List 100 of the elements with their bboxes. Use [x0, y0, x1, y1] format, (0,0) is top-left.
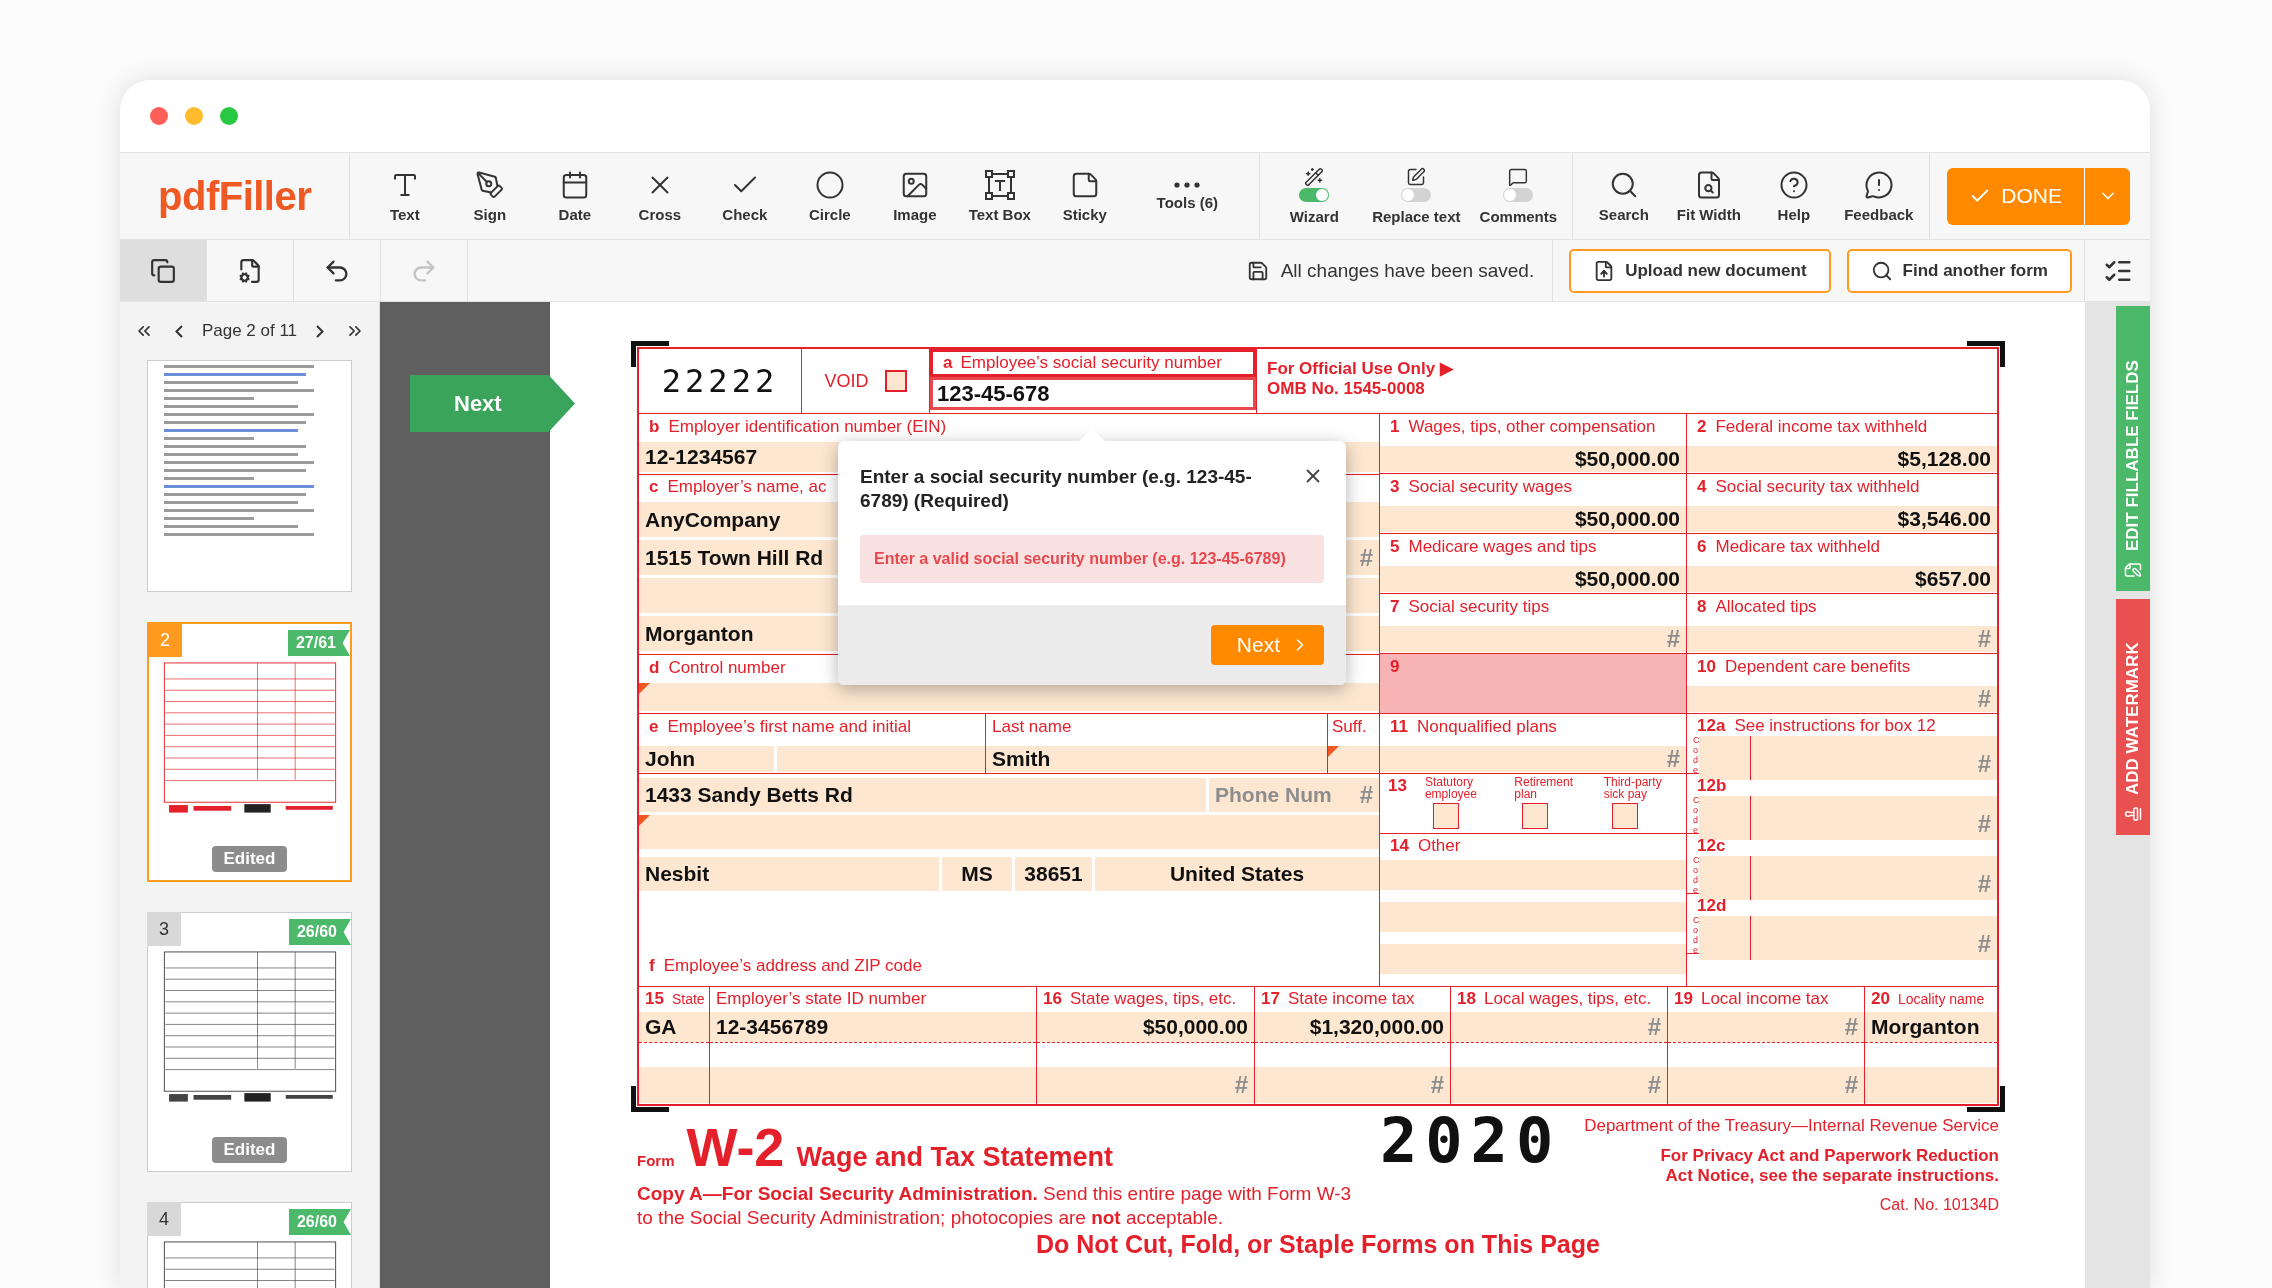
- control-number-field[interactable]: [639, 683, 1379, 711]
- amount-field[interactable]: $3,546.00: [1687, 506, 1997, 532]
- tool-button[interactable]: Cross: [617, 153, 703, 239]
- upload-button[interactable]: Upload new document: [1569, 248, 1831, 293]
- tool-button[interactable]: Text: [362, 153, 448, 239]
- checkbox[interactable]: [1432, 803, 1459, 829]
- field-placeholder: #: [1359, 543, 1373, 572]
- tool-button[interactable]: Check: [702, 153, 788, 239]
- tool-button[interactable]: Fit Width: [1666, 153, 1752, 239]
- circle-icon: [814, 169, 845, 200]
- pages-view-button[interactable]: [120, 240, 207, 301]
- field-value: AnyCompany: [645, 507, 781, 532]
- state-field[interactable]: MS: [942, 857, 1012, 891]
- tool-button[interactable]: Circle: [787, 153, 873, 239]
- tool-button[interactable]: Sign: [447, 153, 533, 239]
- field-value: Morganton: [1871, 1015, 1980, 1039]
- box-number: 13: [1388, 776, 1407, 797]
- side-tab[interactable]: ADD WATERMARK: [2116, 599, 2150, 835]
- copy-instructions: Copy A—For Social Security Administration. Send this entire page with Form W-3 to the Social Security Administration; photocopies are not acceptable.: [637, 1182, 1353, 1230]
- tool-button[interactable]: Text Box: [957, 153, 1043, 239]
- toggle-switch[interactable]: [1401, 188, 1432, 202]
- minimize-button[interactable]: [185, 107, 203, 125]
- checkbox-label: Retirement plan: [1514, 776, 1574, 800]
- box-number: 6: [1697, 537, 1707, 557]
- amount-field[interactable]: $657.00: [1687, 566, 1997, 592]
- box-label: Other: [1417, 836, 1461, 856]
- toggle-switch[interactable]: [1503, 188, 1534, 202]
- tool-button[interactable]: Sticky: [1042, 153, 1128, 239]
- other-field[interactable]: [1380, 944, 1686, 974]
- tool-button[interactable]: Help: [1751, 153, 1837, 239]
- box-letter: c: [649, 477, 659, 497]
- state-field[interactable]: [1865, 1067, 1997, 1103]
- page-thumbnail[interactable]: [147, 360, 352, 592]
- page-thumbnail[interactable]: 3 26/60 Edited: [147, 912, 352, 1172]
- wand-icon: [1304, 167, 1325, 187]
- zip-field[interactable]: 38651: [1015, 857, 1092, 891]
- other-field[interactable]: [1380, 902, 1686, 932]
- previous-page-button[interactable]: [172, 322, 185, 340]
- field-placeholder: #: [1234, 1071, 1248, 1099]
- box-number: 4: [1697, 477, 1707, 497]
- box-label: Social security tips: [1408, 597, 1550, 617]
- state-field[interactable]: Morganton: [1865, 1012, 1997, 1042]
- state-field[interactable]: $1,320,000.00: [1255, 1012, 1450, 1042]
- tool-button[interactable]: Tools (6): [1127, 153, 1248, 239]
- toggle-switch[interactable]: [1299, 188, 1330, 202]
- state-field[interactable]: [710, 1067, 1036, 1103]
- checkbox[interactable]: [1522, 803, 1549, 829]
- zoom-button[interactable]: [220, 107, 238, 125]
- state-field[interactable]: [639, 1067, 709, 1103]
- address-field[interactable]: [639, 815, 1379, 849]
- other-field[interactable]: [1380, 860, 1686, 890]
- city-field[interactable]: Nesbit: [639, 857, 939, 891]
- state-field[interactable]: 12-3456789: [710, 1012, 1036, 1042]
- tool-button[interactable]: Search: [1581, 153, 1667, 239]
- done-menu-button[interactable]: [2084, 167, 2130, 225]
- amount-field[interactable]: $50,000.00: [1380, 566, 1686, 592]
- box-label: State wages, tips, etc.: [1069, 989, 1237, 1009]
- amount-field[interactable]: $50,000.00: [1380, 446, 1686, 472]
- tool-button[interactable]: Feedback: [1836, 153, 1922, 239]
- feature-toggle[interactable]: Replace text: [1360, 153, 1473, 239]
- page-number: 2: [148, 623, 182, 657]
- first-name-field[interactable]: John: [639, 746, 774, 772]
- box-label: Employee’s first name and initial: [667, 717, 911, 737]
- popup-title: Enter a social security number (e.g. 123-45-6789) (Required): [860, 465, 1253, 513]
- corner-mark: [631, 341, 669, 367]
- amount-field[interactable]: $5,128.00: [1687, 446, 1997, 472]
- catalog-number: Cat. No. 10134D: [1879, 1196, 1999, 1215]
- state-field[interactable]: GA: [639, 1012, 709, 1042]
- text-box-icon: [984, 169, 1015, 200]
- initial-field[interactable]: [777, 746, 985, 772]
- country-field[interactable]: United States: [1095, 857, 1379, 891]
- box-label: Nonqualified plans: [1417, 717, 1557, 737]
- feature-toggle[interactable]: Comments: [1472, 153, 1565, 239]
- tool-button[interactable]: Date: [532, 153, 618, 239]
- fields-progress-badge: 26/60: [288, 919, 351, 945]
- amount-field[interactable]: $50,000.00: [1380, 506, 1686, 532]
- last-name-field[interactable]: Smith: [986, 746, 1327, 772]
- field-value: MS: [961, 862, 993, 886]
- feature-toggle[interactable]: Wizard: [1268, 153, 1361, 239]
- find-form-button[interactable]: Find another form: [1846, 248, 2072, 293]
- page-number: 4: [147, 1202, 181, 1236]
- ssn-field[interactable]: 123-45-678: [930, 377, 1256, 410]
- box-label: State: [671, 991, 705, 1008]
- checkbox[interactable]: [1611, 803, 1638, 829]
- field-placeholder: #: [1666, 625, 1680, 653]
- state-field[interactable]: $50,000.00: [1037, 1012, 1254, 1042]
- field-placeholder: #: [1666, 745, 1680, 773]
- box-label: Medicare wages and tips: [1408, 537, 1597, 557]
- box-letter: e: [649, 717, 659, 737]
- page-thumbnail[interactable]: 4 26/60: [147, 1202, 352, 1288]
- tool-button[interactable]: Image: [872, 153, 958, 239]
- field-placeholder: #: [1359, 781, 1373, 809]
- box-label: Employee’s social security number: [960, 353, 1222, 373]
- void-checkbox[interactable]: [884, 370, 907, 392]
- box-number: 10: [1697, 657, 1716, 677]
- box-number: 7: [1390, 597, 1400, 617]
- street-field[interactable]: 1433 Sandy Betts Rd: [639, 778, 1206, 812]
- next-page-button[interactable]: [314, 322, 326, 340]
- box-label: Local income tax: [1700, 989, 1829, 1009]
- suffix-field[interactable]: [1328, 746, 1379, 772]
